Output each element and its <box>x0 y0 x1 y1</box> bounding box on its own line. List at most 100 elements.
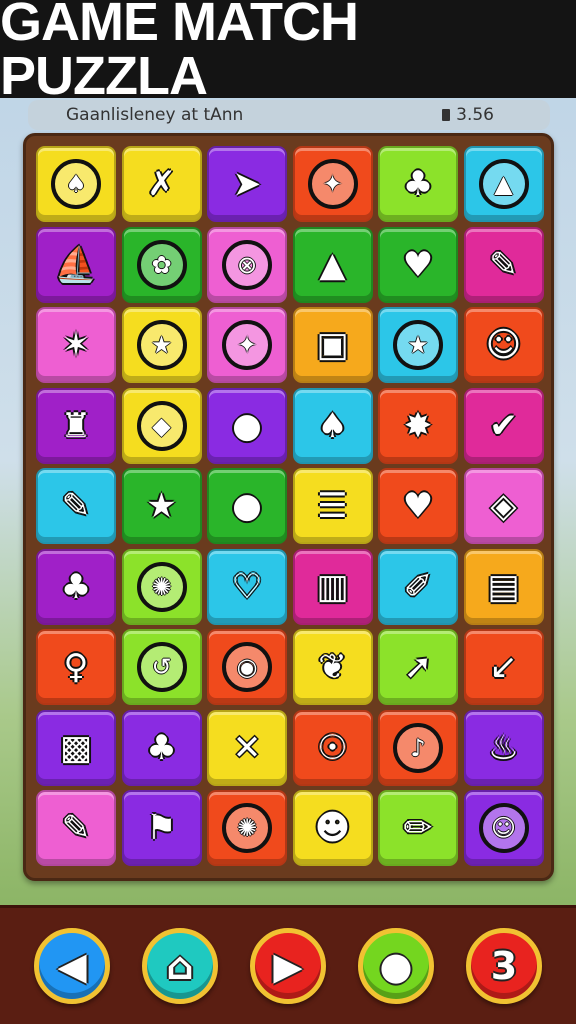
tile-5-2[interactable]: ♡ <box>207 548 287 625</box>
play-icon: ▶ <box>273 944 303 988</box>
tile-3-3[interactable]: ♠ <box>292 387 373 464</box>
tile-1-5[interactable]: ✎ <box>463 226 544 303</box>
control-bar: ◀ ⌂ ▶ ● 3 <box>0 905 576 1024</box>
bone-icon: ✕ <box>232 727 262 768</box>
tile-4-1[interactable]: ★ <box>121 468 202 544</box>
tile-0-3[interactable]: ✦ <box>292 146 373 222</box>
compass-icon: ✦ <box>222 320 272 370</box>
tile-0-0[interactable]: ♠ <box>36 146 116 222</box>
slate-icon: ✎ <box>61 808 91 848</box>
triangle-icon: ▲ <box>319 244 346 285</box>
tile-3-0[interactable]: ♜ <box>36 387 116 464</box>
flower-icon: ✿ <box>136 239 187 290</box>
tile-0-5[interactable]: ▲ <box>463 146 544 222</box>
tile-4-3[interactable]: ☰ <box>292 468 373 544</box>
bottle-icon: ♜ <box>60 405 92 446</box>
tile-1-4[interactable]: ♥ <box>378 226 458 303</box>
pyramid-icon: ▲ <box>478 159 529 209</box>
timer-value: 3.56 <box>456 105 494 125</box>
chat-button[interactable]: ● <box>358 928 434 1004</box>
tile-6-0[interactable]: ♀ <box>36 629 116 705</box>
tile-7-5[interactable]: ♨ <box>463 709 544 786</box>
level-button[interactable]: 3 <box>466 928 542 1004</box>
timer-icon <box>442 109 451 121</box>
helmet-icon: ◉ <box>222 642 272 692</box>
tile-1-3[interactable]: ▲ <box>292 226 373 303</box>
tile-8-5[interactable]: ☺ <box>463 790 544 866</box>
robot-icon: ☺ <box>485 325 522 365</box>
tile-1-2[interactable]: ⊗ <box>207 226 287 303</box>
tile-6-3[interactable]: ❦ <box>292 629 373 705</box>
star-icon: ★ <box>146 486 177 526</box>
timer: 3.56 <box>442 105 494 125</box>
tile-1-0[interactable]: ⛵ <box>36 226 116 303</box>
arrow-icon: ➚ <box>403 647 433 687</box>
tile-7-2[interactable]: ✕ <box>207 709 287 786</box>
rocket-icon: ➤ <box>232 164 262 204</box>
tile-2-2[interactable]: ✦ <box>207 307 287 383</box>
tile-7-0[interactable]: ▩ <box>36 709 116 786</box>
flag-icon: ⚑ <box>146 808 177 848</box>
heart-icon: ♥ <box>402 486 434 526</box>
chest-icon: ▩ <box>59 727 93 768</box>
target-icon: ⊗ <box>222 239 272 290</box>
tile-5-1[interactable]: ✺ <box>121 548 202 625</box>
tile-2-1[interactable]: ★ <box>121 307 202 383</box>
tile-5-5[interactable]: ▤ <box>463 548 544 625</box>
tile-7-4[interactable]: ♪ <box>378 709 458 786</box>
game-board: ♠ ✗ ➤ ✦ ♣ ▲ ⛵ ✿ ⊗ ▲ ♥ ✎ ✶ ★ ✦ ▣ ★ ☺ ♜ ◆ ● ♠ ✸ ✔ ✎ ★ ● ☰ ♥ ◈ ♣ ✺ ♡ ▥ ✐ ▤ ♀ ↺ ◉ ❦… <box>23 133 554 881</box>
pin-icon: ● <box>232 486 262 526</box>
tile-6-5[interactable]: ↙ <box>463 629 544 705</box>
tile-6-1[interactable]: ↺ <box>121 629 202 705</box>
tile-8-1[interactable]: ⚑ <box>121 790 202 866</box>
tile-0-1[interactable]: ✗ <box>121 146 202 222</box>
tile-3-2[interactable]: ● <box>207 387 287 464</box>
ruler-icon: ✎ <box>61 486 91 526</box>
tile-4-5[interactable]: ◈ <box>463 468 544 544</box>
radio-icon: ▤ <box>487 566 520 607</box>
tile-6-2[interactable]: ◉ <box>207 629 287 705</box>
starfish-icon: ✦ <box>307 159 358 209</box>
tile-4-0[interactable]: ✎ <box>36 468 116 544</box>
tile-3-4[interactable]: ✸ <box>378 387 458 464</box>
tile-4-4[interactable]: ♥ <box>378 468 458 544</box>
tool-icon: ♡ <box>231 566 263 607</box>
key-icon: ♀ <box>63 647 89 687</box>
chart-icon: ▥ <box>316 566 349 607</box>
tile-2-3[interactable]: ▣ <box>292 307 373 383</box>
tile-3-1[interactable]: ◆ <box>121 387 202 464</box>
tile-5-4[interactable]: ✐ <box>378 548 458 625</box>
tile-0-4[interactable]: ♣ <box>378 146 458 222</box>
leaf-icon: ✗ <box>147 164 176 204</box>
palm-icon: ♣ <box>146 727 177 768</box>
tile-8-2[interactable]: ✺ <box>207 790 287 866</box>
back-button[interactable]: ◀ <box>34 928 110 1004</box>
swan-icon: ♪ <box>393 722 443 773</box>
feather-icon: ❦ <box>318 647 347 687</box>
tile-8-3[interactable]: ☻ <box>292 790 373 866</box>
tile-7-3[interactable]: ☉ <box>292 709 373 786</box>
tile-7-1[interactable]: ♣ <box>121 709 202 786</box>
tile-2-4[interactable]: ★ <box>378 307 458 383</box>
spoon-icon: ✏ <box>403 808 433 848</box>
tile-8-4[interactable]: ✏ <box>378 790 458 866</box>
box-icon: ▣ <box>316 325 349 365</box>
tile-3-5[interactable]: ✔ <box>463 387 544 464</box>
tile-8-0[interactable]: ✎ <box>36 790 116 866</box>
number-icon: 3 <box>490 944 518 988</box>
star-badge-icon: ★ <box>136 320 187 370</box>
tile-2-5[interactable]: ☺ <box>463 307 544 383</box>
tile-1-1[interactable]: ✿ <box>121 226 202 303</box>
tile-6-4[interactable]: ➚ <box>378 629 458 705</box>
tile-5-3[interactable]: ▥ <box>292 548 373 625</box>
home-button[interactable]: ⌂ <box>142 928 218 1004</box>
chip-icon: ◆ <box>136 400 187 451</box>
tile-0-2[interactable]: ➤ <box>207 146 287 222</box>
tile-4-2[interactable]: ● <box>207 468 287 544</box>
title-bar: GAME MATCH PUZZLA <box>0 0 576 103</box>
tile-2-0[interactable]: ✶ <box>36 307 116 383</box>
tile-5-0[interactable]: ♣ <box>36 548 116 625</box>
burger-icon: ☰ <box>317 486 348 526</box>
play-button[interactable]: ▶ <box>250 928 326 1004</box>
info-label: Gaanlisleney at tAnn <box>66 105 244 125</box>
